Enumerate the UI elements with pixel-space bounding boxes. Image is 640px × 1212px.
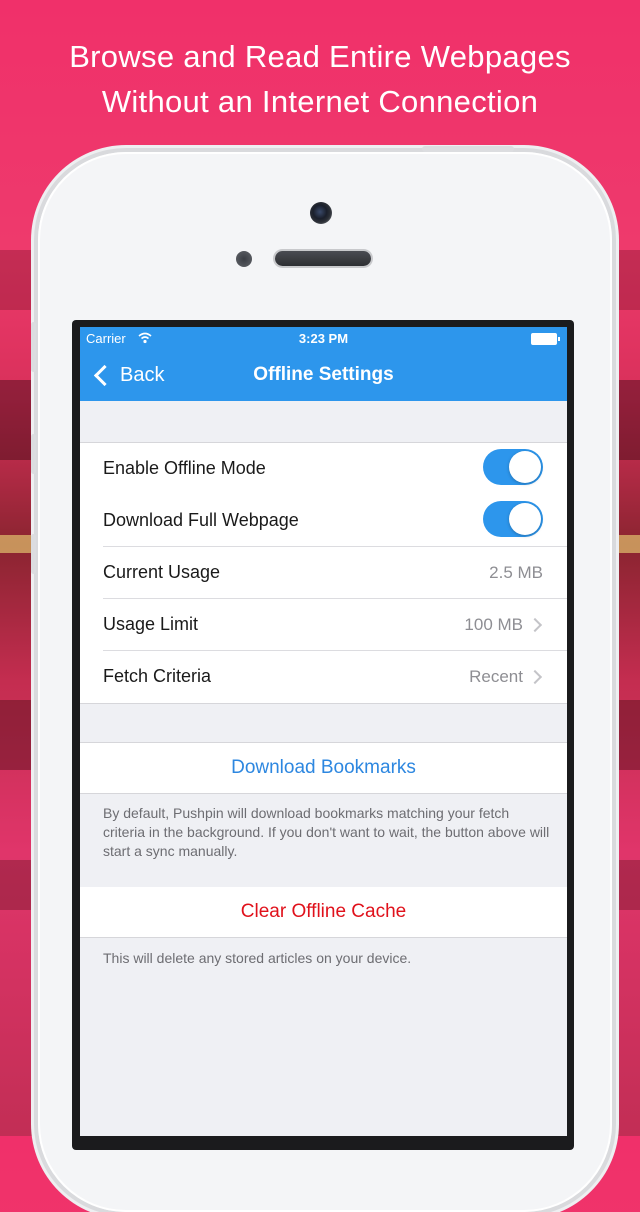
usage-limit-value: 100 MB [464, 615, 523, 634]
usage-limit-row[interactable]: Usage Limit 100 MB [80, 599, 567, 651]
volume-up-button [31, 434, 36, 474]
settings-group: Enable Offline Mode Download Full Webpag… [80, 442, 567, 704]
setting-label: Fetch Criteria [103, 666, 212, 686]
promo-headline: Browse and Read Entire Webpages Without … [0, 34, 640, 124]
clock: 3:23 PM [298, 331, 349, 346]
clear-offline-cache-button[interactable]: Clear Offline Cache [80, 887, 567, 937]
fetch-criteria-value: Recent [469, 667, 523, 686]
app-screen: Carrier 3:23 PM Back Offline Settings En… [80, 327, 567, 1136]
clear-group: Clear Offline Cache [80, 887, 567, 938]
download-note: By default, Pushpin will download bookma… [103, 805, 550, 859]
chevron-right-icon [527, 617, 543, 633]
headline-line-1: Browse and Read Entire Webpages [69, 39, 571, 74]
download-bookmarks-button[interactable]: Download Bookmarks [80, 743, 567, 793]
download-full-webpage-row: Download Full Webpage [80, 495, 567, 547]
earpiece-speaker [275, 251, 371, 266]
current-usage-row: Current Usage 2.5 MB [80, 547, 567, 599]
clear-note: This will delete any stored articles on … [103, 950, 412, 966]
mute-switch [31, 322, 36, 372]
fetch-criteria-row[interactable]: Fetch Criteria Recent [80, 651, 567, 703]
current-usage-value: 2.5 MB [489, 563, 543, 582]
volume-down-button [31, 534, 36, 574]
enable-offline-mode-row: Enable Offline Mode [80, 443, 567, 495]
download-group: Download Bookmarks [80, 742, 567, 794]
headline-line-2: Without an Internet Connection [101, 84, 539, 119]
navigation-bar: Carrier 3:23 PM Back Offline Settings [80, 327, 567, 401]
chevron-right-icon [527, 669, 543, 685]
battery-icon [531, 333, 560, 345]
enable-offline-mode-toggle[interactable] [483, 449, 543, 485]
setting-label: Current Usage [103, 562, 221, 582]
proximity-sensor [236, 251, 252, 267]
front-camera [310, 202, 332, 224]
download-full-webpage-toggle[interactable] [483, 501, 543, 537]
setting-label: Usage Limit [103, 614, 199, 634]
status-bar: Carrier 3:23 PM [86, 331, 561, 349]
toggle-knob [509, 503, 541, 535]
page-title: Offline Settings [253, 364, 394, 385]
setting-label: Download Full Webpage [103, 510, 299, 530]
toggle-knob [509, 451, 541, 483]
setting-label: Enable Offline Mode [103, 458, 266, 478]
power-button [422, 146, 514, 152]
